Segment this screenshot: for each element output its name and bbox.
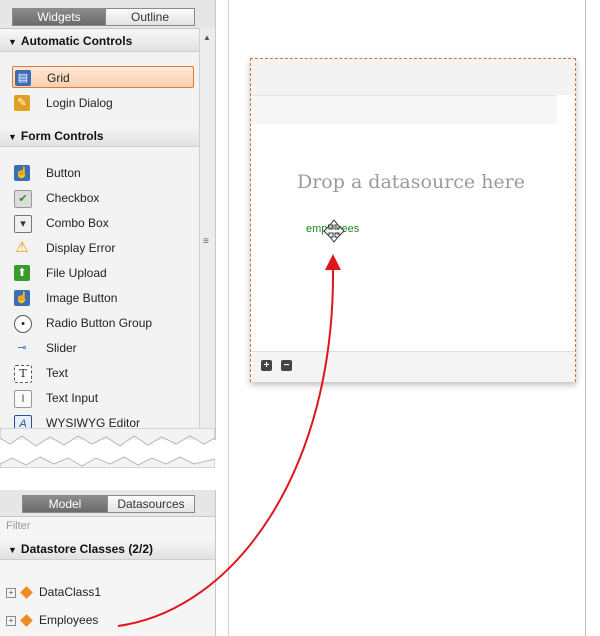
drag-arrow [117, 254, 341, 627]
